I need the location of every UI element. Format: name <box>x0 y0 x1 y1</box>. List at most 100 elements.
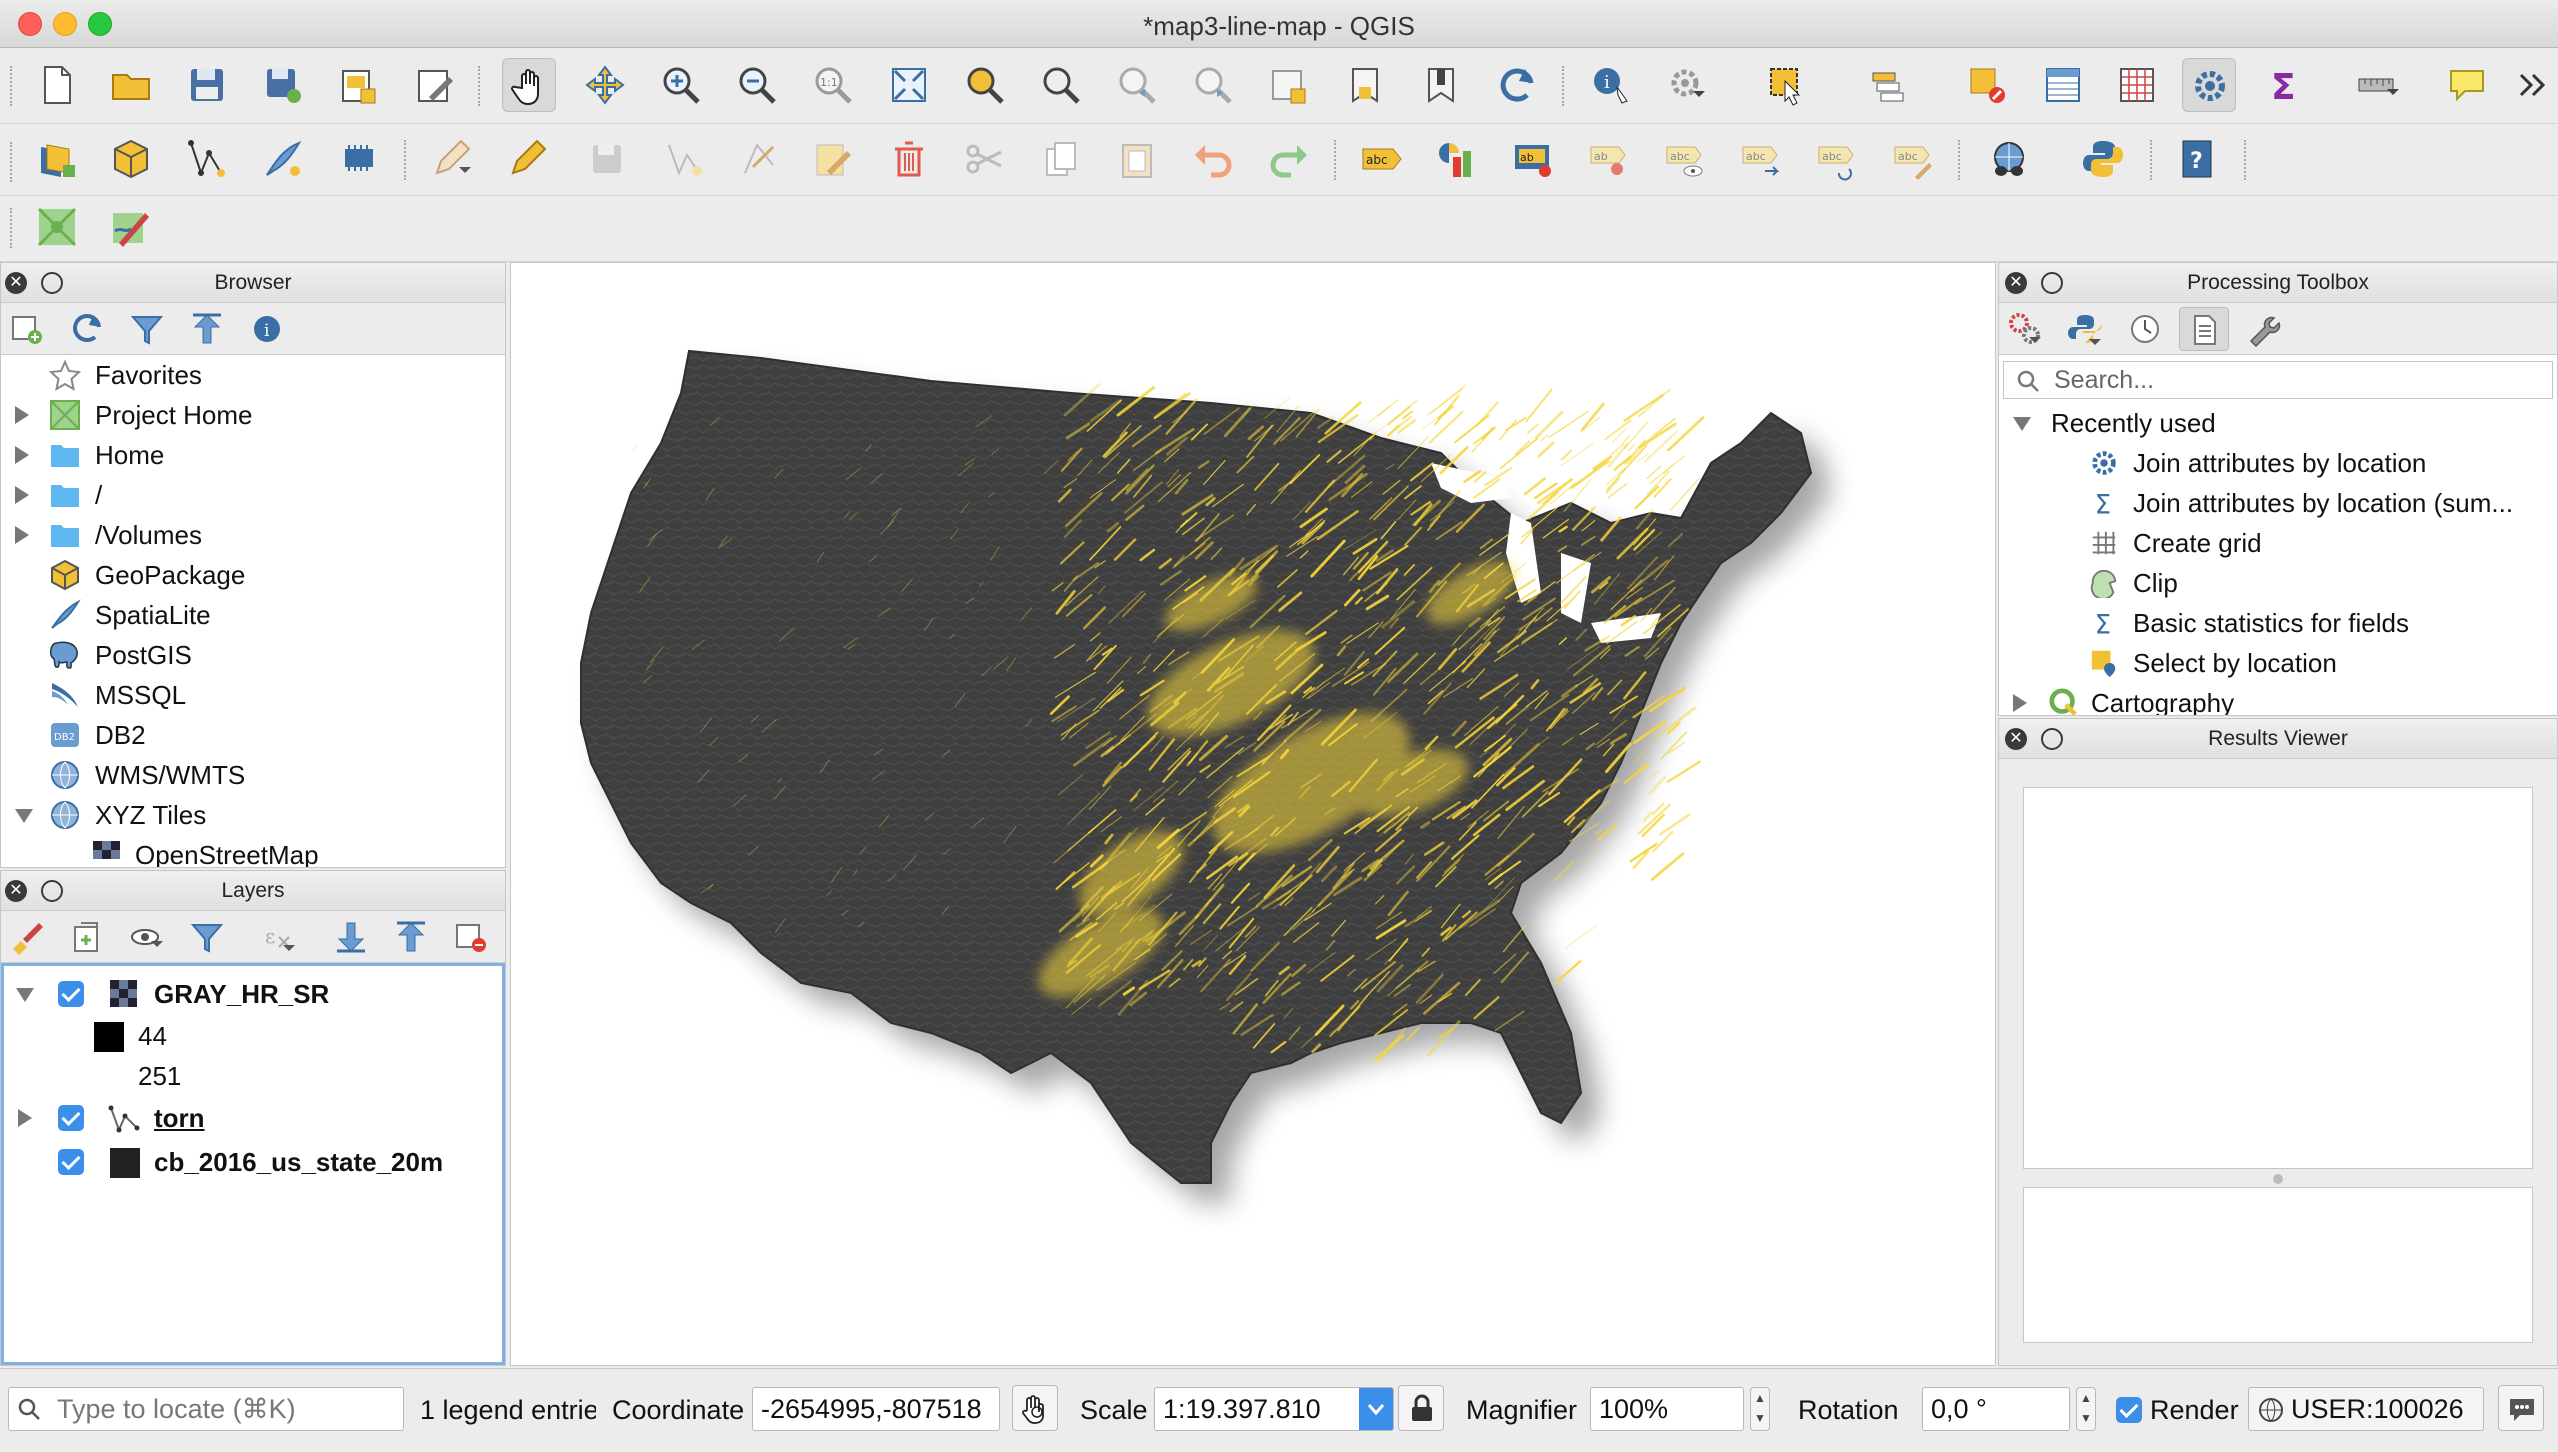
modify-attributes-icon[interactable] <box>806 132 860 186</box>
results-tab-active[interactable] <box>2179 307 2229 351</box>
map-canvas[interactable] <box>510 262 1996 1366</box>
add-group-icon[interactable] <box>69 919 105 955</box>
new-spatialite-layer-icon[interactable] <box>256 132 310 186</box>
algorithm-item[interactable]: Σ Join attributes by location (sum... <box>1999 483 2555 523</box>
browser-item-db2[interactable]: DB2 DB2 <box>1 715 501 755</box>
algorithm-item[interactable]: Clip <box>1999 563 2555 603</box>
visibility-eye-icon[interactable] <box>129 919 165 955</box>
expand-arrow-icon[interactable] <box>2013 694 2027 712</box>
browser-item-root[interactable]: / <box>1 475 501 515</box>
pan-map-icon[interactable] <box>502 58 556 112</box>
remove-layer-icon[interactable] <box>453 919 489 955</box>
delete-selected-icon[interactable] <box>882 132 936 186</box>
scripts-python-icon[interactable] <box>2067 311 2103 347</box>
rotation-spinner[interactable]: ▲ ▼ <box>2076 1387 2096 1431</box>
save-as-icon[interactable] <box>256 58 310 112</box>
diagram-icon[interactable] <box>1430 132 1484 186</box>
undo-icon[interactable] <box>1186 132 1240 186</box>
change-label-icon[interactable]: abc <box>1886 132 1940 186</box>
expand-arrow-icon[interactable] <box>15 526 29 544</box>
vertex-tool-icon[interactable] <box>732 132 786 186</box>
coordinate-toggle-icon[interactable] <box>1012 1385 1058 1431</box>
magnifier-field[interactable]: 100% <box>1590 1387 1744 1431</box>
layer-item-gray-hr-sr[interactable]: GRAY_HR_SR <box>4 974 500 1014</box>
select-features-icon[interactable] <box>1760 58 1814 112</box>
show-bookmarks-icon[interactable] <box>1414 58 1468 112</box>
layer-visibility-checkbox[interactable] <box>58 1149 84 1175</box>
browser-item-wms[interactable]: WMS/WMTS <box>1 755 501 795</box>
browser-item-spatialite[interactable]: SpatiaLite <box>1 595 501 635</box>
collapse-all-icon[interactable] <box>393 919 429 955</box>
refresh-icon[interactable] <box>69 311 105 347</box>
toggle-editing-icon[interactable] <box>500 132 554 186</box>
browser-close-icon[interactable]: ✕ <box>5 272 27 294</box>
layout-manager-icon[interactable] <box>408 58 462 112</box>
browser-item-openstreetmap[interactable]: OpenStreetMap <box>1 835 501 867</box>
new-bookmark-icon[interactable] <box>1338 58 1392 112</box>
collapse-arrow-icon[interactable] <box>16 988 34 1002</box>
browser-item-project-home[interactable]: Project Home <box>1 395 501 435</box>
rotate-label-icon[interactable]: abc <box>1810 132 1864 186</box>
magnifier-spinner[interactable]: ▲ ▼ <box>1750 1387 1770 1431</box>
select-by-value-icon[interactable] <box>1862 58 1916 112</box>
new-shapefile-layer-icon[interactable] <box>180 132 234 186</box>
results-close-icon[interactable]: ✕ <box>2005 728 2027 750</box>
move-label-icon[interactable]: abc <box>1734 132 1788 186</box>
layer-item-torn[interactable]: torn <box>4 1098 500 1138</box>
pan-to-selection-icon[interactable] <box>578 58 632 112</box>
coordinate-field[interactable]: -2654995,-807518 <box>752 1387 1000 1431</box>
map-tips-icon[interactable] <box>2440 58 2494 112</box>
processing-toolbox-icon[interactable] <box>2182 58 2236 112</box>
python-console-icon[interactable] <box>2076 132 2130 186</box>
statistical-summary-icon[interactable]: Σ <box>2258 58 2312 112</box>
zoom-full-icon[interactable] <box>882 58 936 112</box>
zoom-to-selection-icon[interactable] <box>958 58 1012 112</box>
label-toolbar-icon[interactable]: abc <box>1354 132 1408 186</box>
scale-combo[interactable]: 1:19.397.810 <box>1154 1387 1394 1431</box>
layers-close-icon[interactable]: ✕ <box>5 880 27 902</box>
crs-button[interactable]: USER:100026 <box>2248 1387 2484 1431</box>
paste-features-icon[interactable] <box>1110 132 1164 186</box>
new-map-view-icon[interactable] <box>1262 58 1316 112</box>
help-icon[interactable]: ? <box>2170 132 2224 186</box>
collapse-all-icon[interactable] <box>189 311 225 347</box>
results-list[interactable] <box>2023 787 2533 1169</box>
browser-item-postgis[interactable]: PostGIS <box>1 635 501 675</box>
toolbar-overflow-icon[interactable] <box>2506 58 2546 112</box>
redo-icon[interactable] <box>1262 132 1316 186</box>
results-float-icon[interactable] <box>2041 728 2063 750</box>
zoom-to-layer-icon[interactable] <box>1034 58 1088 112</box>
processing-search-box[interactable]: Search... <box>2003 361 2553 399</box>
locator-search-field[interactable]: Type to locate (⌘K) <box>8 1387 404 1431</box>
style-editor-icon[interactable] <box>104 200 158 254</box>
expand-arrow-icon[interactable] <box>15 406 29 424</box>
collapse-arrow-icon[interactable] <box>2013 417 2031 431</box>
attribute-table-icon[interactable] <box>2036 58 2090 112</box>
zoom-in-icon[interactable] <box>654 58 708 112</box>
layer-visibility-checkbox[interactable] <box>58 1105 84 1131</box>
qgis-cloud-icon[interactable] <box>1982 132 2036 186</box>
field-calculator-icon[interactable] <box>2110 58 2164 112</box>
layers-float-icon[interactable] <box>41 880 63 902</box>
georeferencer-icon[interactable] <box>30 200 84 254</box>
options-wrench-icon[interactable] <box>2245 311 2281 347</box>
style-panel-icon[interactable] <box>9 919 45 955</box>
properties-info-icon[interactable]: i <box>249 311 285 347</box>
browser-item-xyz-tiles[interactable]: XYZ Tiles <box>1 795 501 835</box>
expand-arrow-icon[interactable] <box>18 1109 32 1127</box>
render-checkbox[interactable] <box>2116 1397 2142 1423</box>
layer-visibility-checkbox[interactable] <box>58 981 84 1007</box>
identify-icon[interactable]: i <box>1584 58 1638 112</box>
zoom-last-icon[interactable] <box>1110 58 1164 112</box>
save-edits-icon[interactable] <box>580 132 634 186</box>
cartography-group[interactable]: Cartography <box>1999 683 2555 715</box>
filter-expression-icon[interactable]: ε <box>261 919 297 955</box>
zoom-next-icon[interactable] <box>1186 58 1240 112</box>
browser-item-mssql[interactable]: MSSQL <box>1 675 501 715</box>
pin-labels-icon[interactable]: ab <box>1582 132 1636 186</box>
current-edits-icon[interactable] <box>424 132 478 186</box>
browser-float-icon[interactable] <box>41 272 63 294</box>
layer-item-cb-2016-us-state[interactable]: cb_2016_us_state_20m <box>4 1142 500 1182</box>
algorithm-item[interactable]: Select by location <box>1999 643 2555 683</box>
deselect-icon[interactable] <box>1960 58 2014 112</box>
